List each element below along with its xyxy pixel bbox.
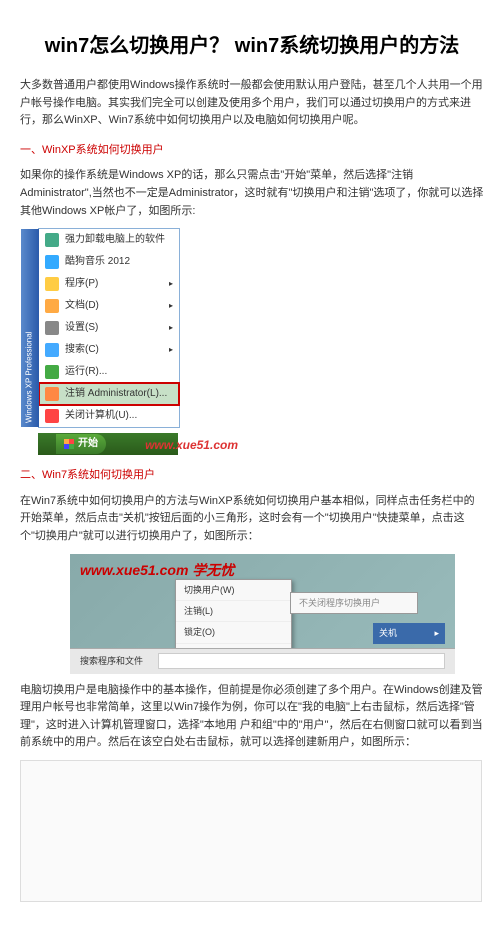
menu-item-label: 文档(D) (65, 298, 99, 314)
watermark-text: www.xue51.com (145, 436, 238, 455)
submenu-arrow-icon: ▸ (169, 322, 173, 335)
menu-item-label: 关闭计算机(U)... (65, 408, 137, 424)
menu-item-label: 搜索(C) (65, 342, 99, 358)
menu-item-icon (45, 409, 59, 423)
menu-item-icon (45, 277, 59, 291)
xp-side-brand: Windows XP Professional (21, 229, 39, 427)
menu-item-icon (45, 233, 59, 247)
xp-menu-item[interactable]: 搜索(C) ▸ (39, 339, 179, 361)
windows-logo-icon (64, 439, 74, 449)
menu-item-icon (45, 255, 59, 269)
menu-item-icon (45, 343, 59, 357)
xp-start-menu: Windows XP Professional 强力卸载电脑上的软件酷狗音乐 2… (38, 228, 180, 428)
xp-taskbar: 开始 www.xue51.com (38, 433, 178, 455)
xp-start-button[interactable]: 开始 (56, 434, 106, 454)
win7-shutdown-button[interactable]: 关机 ▸ (373, 623, 445, 643)
menu-item-icon (45, 299, 59, 313)
section1-text: 如果你的操作系统是Windows XP的话，那么只需点击"开始"菜单，然后选择"… (20, 167, 484, 220)
section1-title: 一、WinXP系统如何切换用户 (20, 142, 484, 160)
submenu-arrow-icon: ▸ (169, 300, 173, 313)
section2-title: 二、Win7系统如何切换用户 (20, 467, 484, 485)
section2-text: 在Win7系统中如何切换用户的方法与WinXP系统如何切换用户基本相似，同样点击… (20, 493, 484, 546)
xp-menu-item[interactable]: 酷狗音乐 2012 (39, 251, 179, 273)
win7-menu-item[interactable]: 注销(L) (176, 601, 291, 622)
menu-item-label: 程序(P) (65, 276, 98, 292)
win7-search-input[interactable] (158, 653, 445, 669)
page-title: win7怎么切换用户？ win7系统切换用户的方法 (20, 30, 484, 62)
xp-menu-item[interactable]: 关闭计算机(U)... (39, 405, 179, 427)
intro-paragraph: 大多数普通用户都使用Windows操作系统时一般都会使用默认用户登陆，甚至几个人… (20, 77, 484, 130)
win7-menu-item[interactable]: 锁定(O) (176, 622, 291, 643)
xp-menu-item[interactable]: 程序(P) ▸ (39, 273, 179, 295)
menu-item-icon (45, 365, 59, 379)
chevron-right-icon: ▸ (434, 626, 439, 640)
menu-item-label: 酷狗音乐 2012 (65, 254, 130, 270)
search-label: 搜索程序和文件 (80, 654, 143, 668)
xp-menu-item[interactable]: 注销 Administrator(L)... (39, 383, 179, 405)
xp-menu-item[interactable]: 运行(R)... (39, 361, 179, 383)
menu-item-label: 强力卸载电脑上的软件 (65, 232, 165, 248)
win7-tooltip: 不关闭程序切换用户 (290, 592, 418, 614)
win7-menu-item[interactable]: 切换用户(W) (176, 580, 291, 601)
submenu-arrow-icon: ▸ (169, 278, 173, 291)
placeholder-screenshot (20, 760, 482, 902)
win7-start-panel: 搜索程序和文件 (70, 648, 455, 674)
xp-menu-item[interactable]: 强力卸载电脑上的软件 (39, 229, 179, 251)
outro-paragraph: 电脑切换用户是电脑操作中的基本操作，但前提是你必须创建了多个用户。在Window… (20, 682, 484, 752)
win7-screenshot: www.xue51.com 学无忧 切换用户(W)注销(L)锁定(O)重新启动(… (70, 554, 455, 674)
xp-menu-item[interactable]: 设置(S) ▸ (39, 317, 179, 339)
menu-item-label: 注销 Administrator(L)... (65, 386, 167, 402)
menu-item-icon (45, 321, 59, 335)
menu-item-label: 运行(R)... (65, 364, 107, 380)
submenu-arrow-icon: ▸ (169, 344, 173, 357)
menu-item-icon (45, 387, 59, 401)
xp-menu-item[interactable]: 文档(D) ▸ (39, 295, 179, 317)
menu-item-label: 设置(S) (65, 320, 98, 336)
